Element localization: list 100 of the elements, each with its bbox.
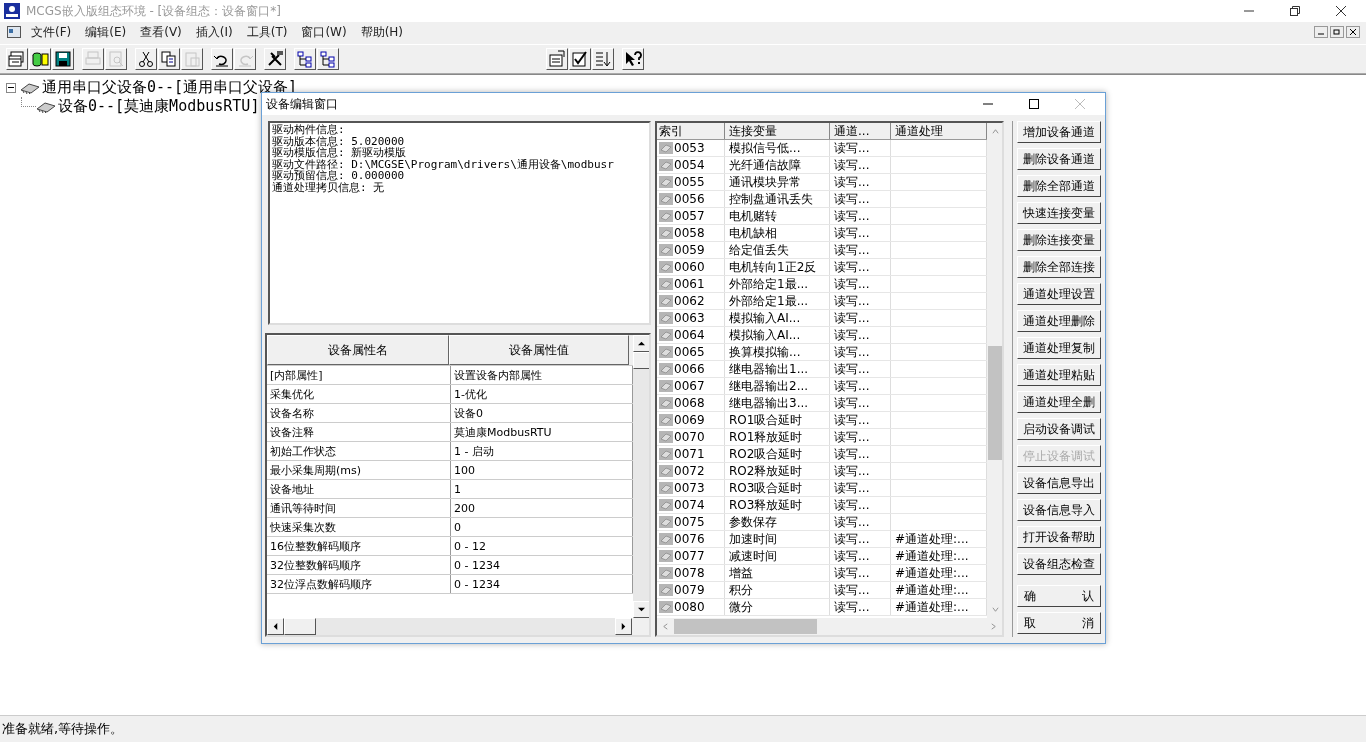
action-button[interactable]: 删除连接变量 [1017, 229, 1101, 251]
channel-index[interactable]: 0056 [674, 192, 705, 206]
channel-index[interactable]: 0068 [674, 396, 705, 410]
channel-variable[interactable]: RO2释放延时 [725, 463, 830, 479]
channel-index[interactable]: 0069 [674, 413, 705, 427]
tree-item[interactable]: 设备0--[莫迪康ModbusRTU] [58, 97, 260, 116]
channel-index[interactable]: 0076 [674, 532, 705, 546]
channel-index[interactable]: 0077 [674, 549, 705, 563]
channel-index[interactable]: 0074 [674, 498, 705, 512]
dialog-button[interactable]: 取 消 [1017, 612, 1101, 634]
action-button[interactable]: 快速连接变量 [1017, 202, 1101, 224]
menu-item[interactable]: 编辑(E) [85, 23, 127, 41]
action-button[interactable]: 通道处理粘贴 [1017, 364, 1101, 386]
scroll-down-icon[interactable] [638, 606, 645, 613]
scroll-thumb[interactable] [284, 618, 316, 635]
channel-index[interactable]: 0065 [674, 345, 705, 359]
vertical-scrollbar[interactable] [633, 335, 649, 618]
channel-index[interactable]: 0073 [674, 481, 705, 495]
scroll-thumb[interactable] [633, 352, 649, 369]
restore-icon[interactable] [1330, 26, 1344, 38]
channel-variable[interactable]: 继电器输出2... [725, 378, 830, 394]
channel-variable[interactable]: RO3释放延时 [725, 497, 830, 513]
action-button[interactable]: 打开设备帮助 [1017, 526, 1101, 548]
document-icon[interactable] [7, 26, 21, 38]
channel-variable[interactable]: 电机缺相 [725, 225, 830, 241]
channel-index[interactable]: 0080 [674, 600, 705, 614]
channel-variable[interactable]: 继电器输出3... [725, 395, 830, 411]
channel-variable[interactable]: 模拟信号低... [725, 140, 830, 156]
close-icon[interactable] [1336, 6, 1346, 16]
windows-icon[interactable] [6, 48, 28, 70]
channel-index[interactable]: 0060 [674, 260, 705, 274]
action-button[interactable]: 设备信息导出 [1017, 472, 1101, 494]
action-button[interactable]: 删除设备通道 [1017, 148, 1101, 170]
channel-index[interactable]: 0062 [674, 294, 705, 308]
channel-index[interactable]: 0054 [674, 158, 705, 172]
channel-index[interactable]: 0072 [674, 464, 705, 478]
column-header[interactable]: 连接变量 [725, 123, 830, 139]
horizontal-scrollbar[interactable] [657, 618, 1002, 635]
scroll-thumb[interactable] [988, 346, 1002, 460]
channel-variable[interactable]: 换算模拟输... [725, 344, 830, 360]
action-button[interactable]: 通道处理设置 [1017, 283, 1101, 305]
channel-index[interactable]: 0070 [674, 430, 705, 444]
tree-toggle-icon[interactable] [6, 82, 16, 93]
scroll-right-icon[interactable] [620, 623, 627, 630]
action-button[interactable]: 设备信息导入 [1017, 499, 1101, 521]
channel-variable[interactable]: RO3吸合延时 [725, 480, 830, 496]
channel-variable[interactable]: RO1释放延时 [725, 429, 830, 445]
check-icon[interactable] [569, 48, 591, 70]
channel-index[interactable]: 0055 [674, 175, 705, 189]
dialog-button[interactable]: 确 认 [1017, 585, 1101, 607]
menu-item[interactable]: 查看(V) [140, 23, 182, 41]
scroll-left-icon[interactable] [272, 623, 279, 630]
action-button[interactable]: 启动设备调试 [1017, 418, 1101, 440]
channel-variable[interactable]: RO2吸合延时 [725, 446, 830, 462]
channel-variable[interactable]: 给定值丢失 [725, 242, 830, 258]
tree-icon[interactable] [294, 48, 316, 70]
save-icon[interactable] [52, 48, 74, 70]
channel-index[interactable]: 0063 [674, 311, 705, 325]
channel-variable[interactable]: 参数保存 [725, 514, 830, 530]
action-button[interactable]: 删除全部连接 [1017, 256, 1101, 278]
channel-variable[interactable]: 外部给定1最... [725, 293, 830, 309]
channel-variable[interactable]: 模拟输入AI... [725, 327, 830, 343]
channel-index[interactable]: 0078 [674, 566, 705, 580]
channel-index[interactable]: 0057 [674, 209, 705, 223]
channel-index[interactable]: 0067 [674, 379, 705, 393]
maximize-icon[interactable] [1029, 99, 1039, 109]
channel-index[interactable]: 0064 [674, 328, 705, 342]
channel-index[interactable]: 0079 [674, 583, 705, 597]
channel-variable[interactable]: 减速时间 [725, 548, 830, 564]
column-header[interactable]: 设备属性值 [449, 335, 629, 365]
menu-item[interactable]: 工具(T) [246, 23, 288, 41]
channel-index[interactable]: 0075 [674, 515, 705, 529]
channel-index[interactable]: 0059 [674, 243, 705, 257]
sort-icon[interactable] [592, 48, 614, 70]
channel-variable[interactable]: 加速时间 [725, 531, 830, 547]
channel-index[interactable]: 0066 [674, 362, 705, 376]
restore-icon[interactable] [1290, 6, 1300, 16]
channel-variable[interactable]: RO1吸合延时 [725, 412, 830, 428]
close-icon[interactable] [1346, 26, 1360, 38]
scroll-thumb[interactable] [674, 619, 817, 634]
menu-item[interactable]: 帮助(H) [360, 23, 404, 41]
vertical-scrollbar[interactable] [987, 123, 1002, 618]
menu-item[interactable]: 文件(F) [31, 23, 72, 41]
action-button[interactable]: 通道处理全删 [1017, 391, 1101, 413]
cut-icon[interactable] [135, 48, 157, 70]
action-button[interactable]: 通道处理删除 [1017, 310, 1101, 332]
action-button[interactable]: 设备组态检查 [1017, 553, 1101, 575]
channel-variable[interactable]: 增益 [725, 565, 830, 581]
menu-item[interactable]: 窗口(W) [301, 23, 347, 41]
channel-variable[interactable]: 光纤通信故障 [725, 157, 830, 173]
channel-variable[interactable]: 外部给定1最... [725, 276, 830, 292]
channel-variable[interactable]: 积分 [725, 582, 830, 598]
channel-index[interactable]: 0058 [674, 226, 705, 240]
action-button[interactable]: 增加设备通道 [1017, 121, 1101, 143]
scroll-up-icon[interactable] [638, 340, 645, 347]
channel-variable[interactable]: 继电器输出1... [725, 361, 830, 377]
column-header[interactable]: 设备属性名 [267, 335, 449, 365]
channel-variable[interactable]: 控制盘通讯丢失 [725, 191, 830, 207]
channel-variable[interactable]: 模拟输入AI... [725, 310, 830, 326]
channel-variable[interactable]: 电机赌转 [725, 208, 830, 224]
